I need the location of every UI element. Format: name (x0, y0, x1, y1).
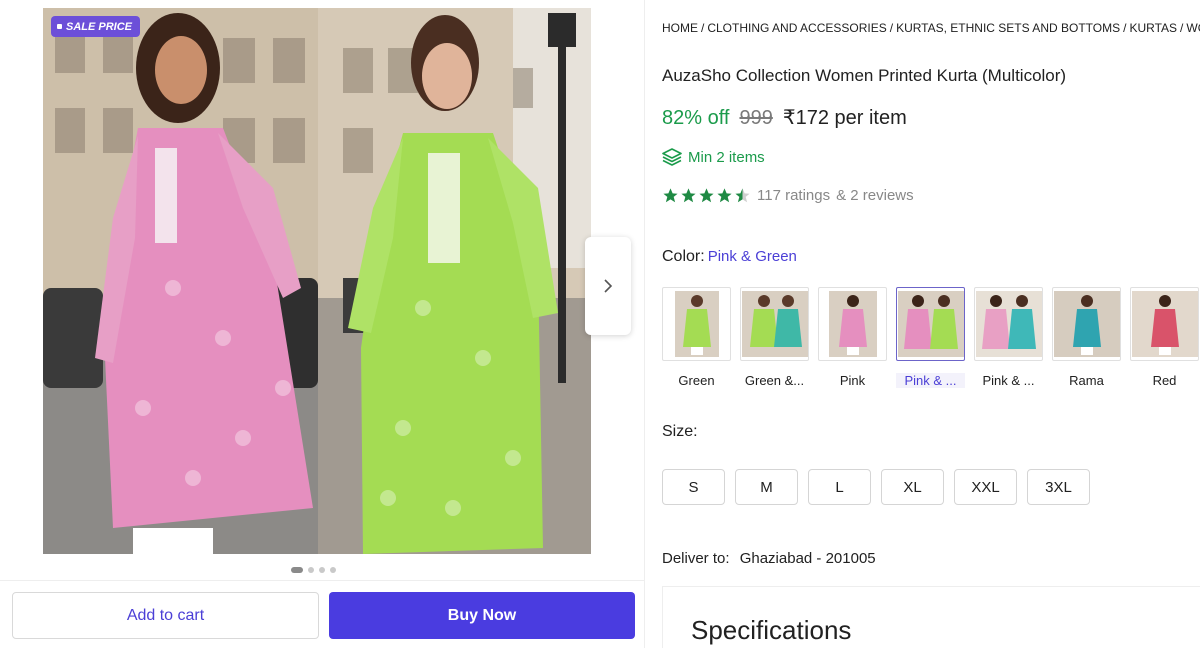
breadcrumb: HOME / CLOTHING AND ACCESSORIES / KURTAS, ET… (662, 21, 1200, 35)
color-thumb (740, 287, 809, 361)
breadcrumb-clothing[interactable]: CLOTHING AND ACCESSORIES (707, 21, 886, 35)
color-option-label: Pink & ... (982, 373, 1035, 388)
product-gallery: SALE PRICE Add to cart Buy Now (0, 0, 645, 648)
color-option-green[interactable]: Green (662, 287, 731, 388)
size-option-s[interactable]: S (662, 469, 725, 505)
pagination-dot[interactable] (319, 567, 325, 573)
star-full-icon (663, 188, 678, 203)
pagination-dot[interactable] (291, 567, 303, 573)
sale-badge-label: SALE PRICE (66, 20, 133, 33)
selling-price: ₹172 per item (782, 107, 907, 129)
deliver-label: Deliver to: (662, 550, 730, 567)
price-row: 82% off 999 ₹172 per item (662, 105, 907, 130)
reviews-count: & 2 reviews (836, 187, 914, 204)
product-photo (43, 8, 591, 554)
star-full-icon (699, 188, 714, 203)
color-label: Color: Pink & Green (662, 248, 797, 266)
size-label: Size: (662, 423, 698, 440)
kurta-thumbnail (741, 291, 808, 357)
color-thumb (1130, 287, 1199, 361)
breadcrumb-home[interactable]: HOME (662, 21, 698, 35)
selected-color: Pink & Green (707, 248, 797, 265)
color-option-pink-and-green[interactable]: Pink & ... (896, 287, 965, 388)
layers-icon (662, 148, 682, 166)
original-price: 999 (739, 107, 773, 129)
color-option-label: Rama (1069, 373, 1104, 388)
product-page: SALE PRICE Add to cart Buy Now HOME / CLOT… (0, 0, 1200, 648)
tag-icon (57, 24, 62, 29)
product-title: AuzaSho Collection Women Printed Kurta (… (662, 66, 1067, 85)
kurta-thumbnail (1131, 291, 1198, 357)
size-option-m[interactable]: M (735, 469, 798, 505)
sale-price-badge: SALE PRICE (51, 16, 141, 37)
size-option-3xl[interactable]: 3XL (1027, 469, 1090, 505)
color-option-label: Red (1152, 373, 1177, 388)
color-option-label: Pink (839, 373, 866, 388)
specifications-title: Specifications (691, 615, 852, 645)
color-option-pink-and-blue[interactable]: Pink & ... (974, 287, 1043, 388)
min-items-label: Min 2 items (688, 148, 765, 166)
color-option-green-and[interactable]: Green &... (740, 287, 809, 388)
breadcrumb-kurtas-ethnic[interactable]: KURTAS, ETHNIC SETS AND BOTTOMS (896, 21, 1120, 35)
add-to-cart-button[interactable]: Add to cart (12, 592, 319, 639)
color-option-label: Green (678, 373, 715, 388)
delivery-pincode: Ghaziabad - 201005 (739, 550, 876, 567)
color-thumb (662, 287, 731, 361)
color-option-red[interactable]: Red (1130, 287, 1199, 388)
color-label-text: Color: (662, 248, 705, 265)
specifications-card: Specifications (662, 586, 1200, 648)
kurta-thumbnail (828, 291, 877, 357)
min-order-quantity: Min 2 items (662, 148, 765, 166)
color-option-label: Pink & ... (896, 373, 965, 388)
buy-now-button[interactable]: Buy Now (329, 592, 635, 639)
kurta-thumbnail (897, 291, 964, 357)
color-thumb (974, 287, 1043, 361)
color-option-pink[interactable]: Pink (818, 287, 887, 388)
star-full-icon (717, 188, 732, 203)
kurta-thumbnail (1053, 291, 1120, 357)
color-option-rama[interactable]: Rama (1052, 287, 1121, 388)
kurta-thumbnail (975, 291, 1042, 357)
size-option-xxl[interactable]: XXL (954, 469, 1017, 505)
discount-percent: 82% off (662, 107, 730, 129)
star-rating (662, 187, 751, 204)
pagination-dot[interactable] (330, 567, 336, 573)
color-swatches: Green Green &... Pink Pink & ... Pink & … (662, 287, 1199, 388)
color-thumb (896, 287, 965, 361)
product-details: HOME / CLOTHING AND ACCESSORIES / KURTAS, ET… (662, 0, 1200, 648)
size-options: S M L XL XXL 3XL (662, 469, 1090, 505)
next-image-button[interactable] (585, 237, 631, 335)
pagination-dot[interactable] (308, 567, 314, 573)
star-full-icon (681, 188, 696, 203)
color-option-label: Green &... (744, 373, 805, 388)
image-pagination (291, 567, 336, 573)
delivery-location[interactable]: Deliver to: Ghaziabad - 201005 (662, 550, 876, 567)
product-main-image[interactable]: SALE PRICE (43, 8, 591, 554)
color-thumb (1052, 287, 1121, 361)
size-option-xl[interactable]: XL (881, 469, 944, 505)
breadcrumb-kurtas[interactable]: KURTAS (1129, 21, 1177, 35)
chevron-right-icon (604, 279, 613, 293)
ratings-count: 117 ratings (757, 187, 831, 204)
size-option-l[interactable]: L (808, 469, 871, 505)
breadcrumb-women[interactable]: WOMEN (1186, 21, 1200, 35)
purchase-actions: Add to cart Buy Now (0, 580, 645, 648)
color-thumb (818, 287, 887, 361)
kurta-thumbnail (674, 291, 719, 357)
star-half-icon (735, 188, 750, 203)
rating-summary[interactable]: 117 ratings & 2 reviews (662, 187, 914, 204)
